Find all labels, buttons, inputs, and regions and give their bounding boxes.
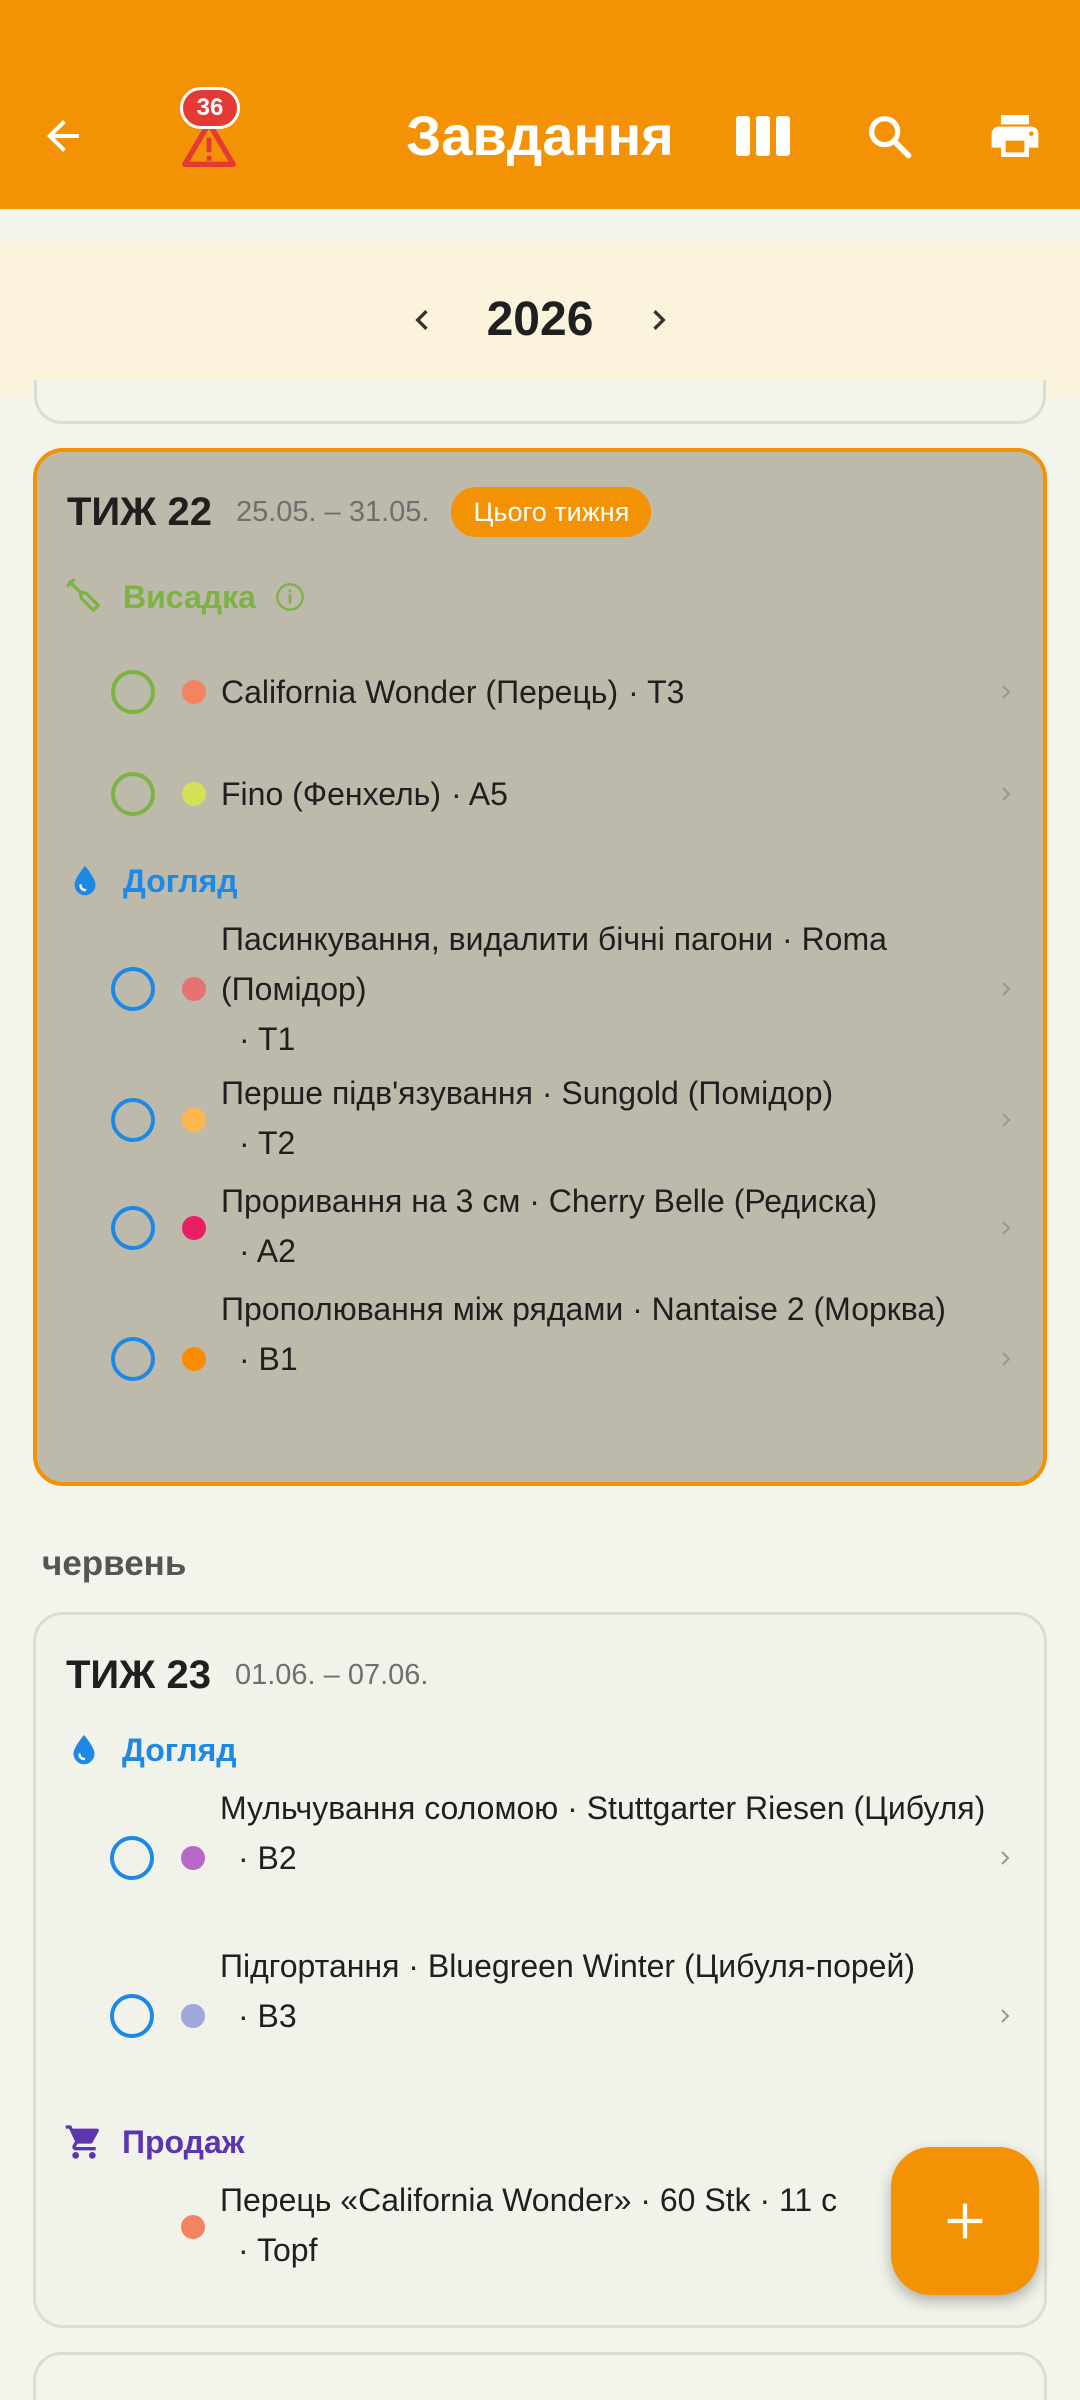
add-task-button[interactable] — [891, 2147, 1039, 2295]
print-icon — [991, 115, 1039, 157]
task-row[interactable]: Проривання на 3 см · Cherry Belle (Редис… — [37, 1176, 1043, 1280]
section-label: Продаж — [122, 2123, 245, 2160]
week-date-range: 25.05. – 31.05. — [235, 495, 430, 528]
crop-color-dot — [182, 1347, 206, 1371]
chevron-left-icon — [415, 310, 428, 330]
crop-color-dot — [182, 680, 206, 704]
chevron-right-icon — [991, 672, 1021, 712]
crop-color-dot — [182, 1216, 206, 1240]
chevron-right-icon — [991, 969, 1021, 1009]
task-location: · T3 — [628, 674, 685, 710]
task-row[interactable]: Перше підв'язування · Sungold (Помідор) ·… — [37, 1068, 1043, 1172]
print-button[interactable] — [974, 95, 1056, 177]
year-selector: 2026 — [0, 242, 1080, 398]
crop-color-dot — [182, 782, 206, 806]
task-text: Проривання на 3 см · Cherry Belle (Редис… — [221, 1183, 878, 1219]
search-icon — [869, 116, 912, 159]
task-checkbox[interactable] — [111, 967, 155, 1011]
info-icon[interactable] — [274, 581, 306, 613]
task-text: Підгортання · Bluegreen Winter (Цибуля-п… — [220, 1948, 915, 1984]
chevron-right-icon — [653, 310, 666, 330]
back-arrow-icon — [47, 120, 79, 152]
task-location: · B1 — [239, 1341, 298, 1377]
crop-color-dot — [181, 1846, 205, 1870]
task-checkbox[interactable] — [110, 1994, 154, 2038]
week-title: ТИЖ 22 — [67, 489, 212, 534]
chevron-right-icon — [990, 1838, 1020, 1878]
chevron-right-icon — [991, 1100, 1021, 1140]
year-label: 2026 — [486, 293, 594, 346]
crop-color-dot — [182, 1108, 206, 1132]
crop-color-dot — [181, 2004, 205, 2028]
current-week-chip: Цього тижня — [451, 487, 652, 537]
task-text: Fino (Фенхель) — [221, 776, 441, 812]
warning-count-badge: 36 — [180, 87, 240, 129]
week-header: ТИЖ 22 25.05. – 31.05. Цього тижня — [67, 482, 652, 542]
crop-color-dot — [182, 977, 206, 1001]
search-button[interactable] — [848, 95, 930, 177]
task-text: Мульчування соломою · Stuttgarter Riesen… — [220, 1790, 986, 1826]
task-location: · B3 — [238, 1998, 297, 2034]
water-drop-icon — [63, 859, 107, 903]
task-row[interactable]: California Wonder (Перець) · T3 — [37, 652, 1043, 732]
task-text: Прополювання між рядами · Nantaise 2 (Мо… — [221, 1291, 946, 1327]
shovel-icon — [63, 575, 107, 619]
columns-view-button[interactable] — [722, 95, 804, 177]
task-text: Перець «California Wonder» · 60 Stk · 11… — [220, 2182, 838, 2218]
task-text: Пасинкування, видалити бічні пагони · Ro… — [221, 921, 887, 1007]
task-text: Перше підв'язування · Sungold (Помідор) — [221, 1075, 834, 1111]
task-location: · Topf — [238, 2232, 318, 2268]
section-label: Догляд — [123, 862, 238, 899]
app-bar: 36 Завдання — [0, 0, 1080, 209]
task-location: · B2 — [238, 1840, 297, 1876]
task-row[interactable]: Пасинкування, видалити бічні пагони · Ro… — [37, 914, 1043, 1064]
task-checkbox[interactable] — [111, 772, 155, 816]
week-header: ТИЖ 23 01.06. – 07.06. — [66, 1645, 428, 1705]
next-year-button[interactable] — [625, 282, 693, 358]
previous-week-card — [34, 380, 1046, 424]
chevron-right-icon — [990, 1996, 1020, 2036]
shopping-cart-icon — [62, 2120, 106, 2164]
task-location: · T2 — [239, 1125, 296, 1161]
task-row[interactable]: Підгортання · Bluegreen Winter (Цибуля-п… — [36, 1941, 1042, 2091]
section-care: Догляд — [63, 856, 238, 906]
section-care: Догляд — [62, 1725, 237, 1775]
task-row[interactable]: Прополювання між рядами · Nantaise 2 (Мо… — [37, 1284, 1043, 1434]
warnings-button[interactable]: 36 — [160, 87, 264, 177]
water-drop-icon — [62, 1728, 106, 1772]
task-text: California Wonder (Перець) — [221, 674, 619, 710]
month-label: червень — [42, 1544, 187, 1583]
task-location: · A2 — [239, 1233, 296, 1269]
task-checkbox[interactable] — [110, 1836, 154, 1880]
columns-view-icon — [736, 116, 790, 156]
task-checkbox[interactable] — [111, 1337, 155, 1381]
section-planting: Висадка — [63, 572, 306, 622]
chevron-right-icon — [991, 1208, 1021, 1248]
page-title: Завдання — [406, 104, 674, 167]
task-checkbox[interactable] — [111, 1098, 155, 1142]
week-card-current: ТИЖ 22 25.05. – 31.05. Цього тижня Висад… — [33, 448, 1047, 1486]
back-button[interactable] — [22, 95, 104, 177]
task-row[interactable]: Мульчування соломою · Stuttgarter Riesen… — [36, 1783, 1042, 1933]
task-location: · A5 — [450, 776, 508, 812]
crop-color-dot — [181, 2215, 205, 2239]
week-title: ТИЖ 23 — [66, 1652, 211, 1697]
chevron-right-icon — [991, 774, 1021, 814]
week-card-next-partial — [33, 2352, 1047, 2400]
section-label: Висадка — [123, 578, 256, 615]
section-label: Догляд — [122, 1731, 237, 1768]
task-checkbox[interactable] — [111, 1206, 155, 1250]
task-row[interactable]: Fino (Фенхель) · A5 — [37, 754, 1043, 834]
task-location: · T1 — [239, 1021, 296, 1057]
section-sales: Продаж — [62, 2117, 244, 2167]
week-date-range: 01.06. – 07.06. — [234, 1658, 429, 1691]
task-checkbox[interactable] — [111, 670, 155, 714]
chevron-right-icon — [991, 1339, 1021, 1379]
plus-icon — [947, 2203, 983, 2239]
